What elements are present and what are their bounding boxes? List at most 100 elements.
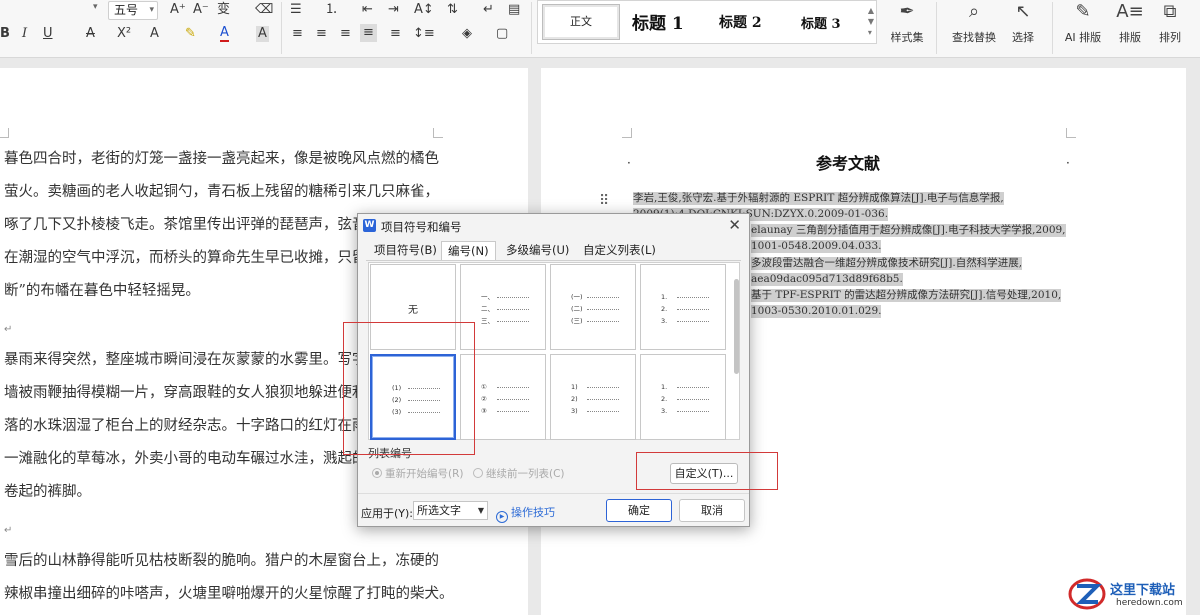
- numbering-preview-line: [587, 399, 619, 400]
- tab-multilevel[interactable]: 多级编号(U): [500, 241, 575, 261]
- numbering-preview-row: ②: [481, 394, 531, 404]
- numbering-preview-row: 3): [571, 406, 621, 416]
- bullet-mark: ·: [627, 156, 631, 170]
- bold-icon[interactable]: B: [0, 26, 10, 42]
- borders-icon[interactable]: ▢: [496, 26, 508, 42]
- increase-indent-icon[interactable]: ⇥: [388, 2, 399, 18]
- reference-line: 1001-0548.2009.04.033.: [751, 240, 882, 253]
- font-size-value: 五号: [114, 3, 139, 17]
- table-lines-icon[interactable]: ▤: [508, 2, 520, 18]
- numbering-option[interactable]: 1. 2. 3.: [640, 264, 726, 350]
- paragraph-mark: ↵: [4, 525, 13, 536]
- reference-line: aea09dac095d713d89f68b5.: [751, 273, 903, 286]
- shading-icon[interactable]: ◈: [462, 26, 472, 42]
- align-center-icon[interactable]: ≡: [316, 26, 327, 42]
- style-heading-1[interactable]: 标题 1: [632, 9, 684, 34]
- sort-icon[interactable]: ⇅: [447, 2, 458, 18]
- select-label: 选择: [1012, 31, 1034, 44]
- numbering-preview-label: 1.: [661, 383, 668, 391]
- grow-font-icon[interactable]: A⁺: [170, 2, 186, 18]
- find-replace-button[interactable]: ⌕ 查找替换: [946, 0, 1002, 45]
- style-heading-2[interactable]: 标题 2: [719, 12, 762, 32]
- gallery-scrollbar[interactable]: [734, 265, 739, 437]
- app-logo-icon: W: [363, 219, 376, 232]
- bullets-icon[interactable]: ☰: [290, 2, 302, 18]
- highlight-icon[interactable]: ✎: [185, 26, 196, 42]
- align-right-icon[interactable]: ≡: [340, 26, 351, 42]
- drag-handle-icon[interactable]: ⠿: [599, 193, 609, 209]
- tab-bullets[interactable]: 项目符号(B): [368, 241, 443, 261]
- arrange-button[interactable]: ⧉ 排列: [1150, 0, 1190, 45]
- style-set-icon: ✒: [899, 1, 915, 22]
- numbering-preview-line: [587, 309, 619, 310]
- close-icon[interactable]: ✕: [728, 216, 741, 234]
- scrollbar-thumb[interactable]: [734, 279, 739, 374]
- tips-link[interactable]: ▶ 操作技巧: [496, 504, 555, 523]
- decrease-indent-icon[interactable]: ⇤: [362, 2, 373, 18]
- cursor-icon: ↖: [1015, 1, 1031, 22]
- font-color-icon[interactable]: A: [220, 26, 229, 42]
- numbering-preview-row: ①: [481, 382, 531, 392]
- arrange-icon: ⧉: [1163, 1, 1177, 22]
- numbering-option[interactable]: (一) (二) (三): [550, 264, 636, 350]
- numbering-preview-row: ③: [481, 406, 531, 416]
- numbering-preview-label: 3.: [661, 317, 668, 325]
- distributed-icon[interactable]: ≡: [390, 26, 401, 42]
- tab-numbering[interactable]: 编号(N): [441, 241, 496, 261]
- superscript-icon[interactable]: X²: [117, 26, 131, 42]
- numbering-preview-row: 2.: [661, 394, 711, 404]
- numbering-preview-line: [677, 411, 709, 412]
- style-heading-3[interactable]: 标题 3: [801, 13, 841, 32]
- font-name-dropdown-chevron[interactable]: ▾: [93, 2, 98, 12]
- watermark-url: heredown.com: [1116, 598, 1183, 608]
- numbering-preview-line: [677, 399, 709, 400]
- numbering-icon[interactable]: ⒈: [325, 2, 338, 18]
- numbering-preview-label: 3.: [661, 407, 668, 415]
- dialog-title-bar[interactable]: W 项目符号和编号 ✕: [358, 214, 749, 238]
- numbering-preview-line: [677, 387, 709, 388]
- layout-button[interactable]: A≡ 排版: [1110, 0, 1150, 45]
- cancel-button[interactable]: 取消: [679, 499, 745, 522]
- shrink-font-icon[interactable]: A⁻: [193, 2, 209, 18]
- text-effect-icon[interactable]: A: [150, 26, 159, 42]
- text-direction-icon[interactable]: A↕: [414, 2, 434, 18]
- reference-line: elaunay 三角剖分插值用于超分辨成像[J].电子科技大学学报,2009,: [751, 224, 1066, 237]
- ai-layout-button[interactable]: ✎ AI 排版: [1058, 0, 1108, 45]
- tab-custom-list[interactable]: 自定义列表(L): [577, 241, 662, 261]
- text-line: 萤火。卖糖画的老人收起铜勺，青石板上残留的糖稀引来几只麻雀，: [4, 184, 439, 200]
- styles-scroll-arrows[interactable]: ▲ ▼ ▾: [868, 5, 874, 38]
- numbering-option[interactable]: 1. 2. 3.: [640, 354, 726, 440]
- ribbon-toolbar: ▾ 五号 ▾ A⁺ A⁻ 变 ⌫ B I U A X² A ✎ A A ☰ ⒈ …: [0, 0, 1200, 58]
- font-size-select[interactable]: 五号 ▾: [108, 1, 158, 20]
- line-spacing-icon[interactable]: ↕≡: [413, 26, 435, 42]
- numbering-preview-label: 三、: [481, 317, 494, 325]
- style-set-button[interactable]: ✒ 样式集: [885, 0, 929, 45]
- justify-icon[interactable]: ≡: [360, 24, 377, 42]
- style-normal[interactable]: 正文: [542, 4, 620, 40]
- clear-format-icon[interactable]: ⌫: [255, 2, 273, 18]
- apply-to-value: 所选文字: [417, 504, 461, 517]
- numbering-preview-row: 2): [571, 394, 621, 404]
- strikethrough-icon[interactable]: A: [86, 26, 95, 42]
- show-marks-icon[interactable]: ↵: [483, 2, 494, 18]
- align-left-icon[interactable]: ≡: [292, 26, 303, 42]
- numbering-option[interactable]: 1) 2) 3): [550, 354, 636, 440]
- tab-divider: [366, 260, 741, 261]
- numbering-preview-label: ③: [481, 407, 487, 415]
- underline-icon[interactable]: U: [43, 26, 53, 42]
- numbering-preview-label: (二): [571, 305, 583, 313]
- separator: [936, 2, 937, 54]
- reference-line: 多波段雷达融合一维超分辨成像技术研究[J].自然科学进展,: [751, 257, 1023, 270]
- select-button[interactable]: ↖ 选择: [1005, 0, 1041, 45]
- restart-numbering-radio[interactable]: 重新开始编号(R): [372, 466, 464, 481]
- phonetic-guide-icon[interactable]: 变: [217, 2, 230, 18]
- annotation-box-selected-numbering: [343, 322, 475, 455]
- numbering-preview-row: 2.: [661, 304, 711, 314]
- numbering-preview-label: ②: [481, 395, 487, 403]
- continue-list-radio[interactable]: 继续前一列表(C): [473, 466, 565, 481]
- ok-button[interactable]: 确定: [606, 499, 672, 522]
- char-shading-icon[interactable]: A: [256, 26, 269, 42]
- italic-icon[interactable]: I: [22, 26, 27, 42]
- layout-icon: A≡: [1116, 1, 1144, 22]
- apply-to-select[interactable]: 所选文字 ▼: [413, 501, 488, 520]
